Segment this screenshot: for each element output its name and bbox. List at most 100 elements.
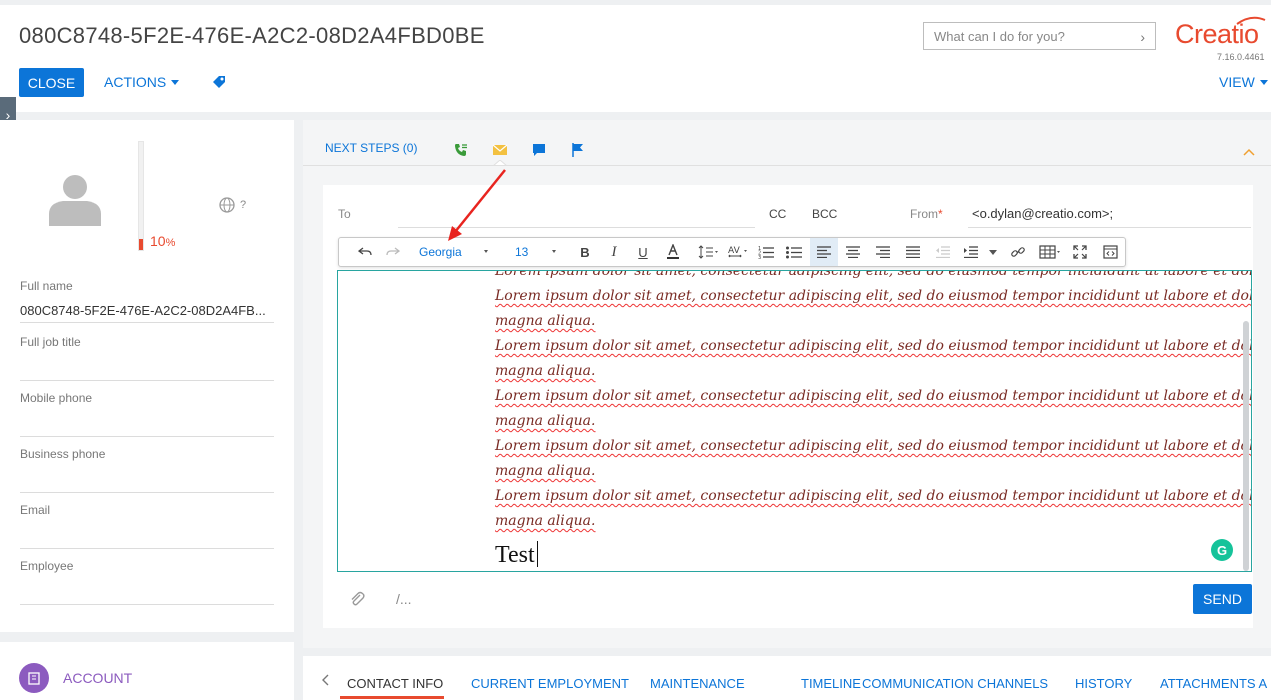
align-center-icon[interactable] <box>841 238 865 266</box>
field-label: Full name <box>20 279 73 293</box>
avatar[interactable] <box>45 170 105 226</box>
italic-icon[interactable]: I <box>602 238 626 266</box>
next-steps-tab[interactable]: NEXT STEPS (0) <box>325 141 417 155</box>
rich-text-toolbar: Georgia 13 B I U AV 123 <box>338 237 1126 267</box>
actions-button[interactable]: ACTIONS <box>104 74 180 90</box>
field-value[interactable] <box>20 359 274 377</box>
field-value[interactable] <box>20 471 274 489</box>
app-version: 7.16.0.4461 <box>1217 52 1265 62</box>
account-label[interactable]: ACCOUNT <box>63 670 132 686</box>
tab-contact-info[interactable]: CONTACT INFO <box>347 676 443 691</box>
account-section[interactable]: ACCOUNT <box>0 642 294 700</box>
line-height-icon[interactable] <box>694 238 722 266</box>
profile-completeness-fill <box>139 239 143 250</box>
tab-attachments[interactable]: ATTACHMENTS A <box>1160 676 1267 691</box>
from-underline <box>968 227 1251 228</box>
page-header: 080C8748-5F2E-476E-A2C2-08D2A4FBD0BE CLO… <box>0 0 1271 112</box>
bullet-list-icon[interactable] <box>782 238 806 266</box>
command-search-input[interactable]: What can I do for you? › <box>923 22 1156 50</box>
profile-panel: 10% ? Full name 080C8748-5F2E-476E-A2C2-… <box>0 120 294 632</box>
align-right-icon[interactable] <box>871 238 895 266</box>
chevron-down-icon <box>1259 79 1268 85</box>
source-code-icon[interactable] <box>1098 238 1122 266</box>
close-button[interactable]: CLOSE <box>19 68 84 97</box>
field-label: Employee <box>20 559 74 573</box>
typed-text-line: Test <box>495 537 1095 571</box>
outdent-icon[interactable] <box>931 238 955 266</box>
body-line: Lorem ipsum dolor sit amet, consectetur … <box>495 288 1252 304</box>
link-icon[interactable] <box>1006 238 1030 266</box>
tab-timeline[interactable]: TIMELINE <box>801 676 861 691</box>
from-input[interactable]: <o.dylan@creatio.com>; <box>972 206 1113 221</box>
cc-button[interactable]: CC <box>769 207 786 221</box>
bold-icon[interactable]: B <box>573 238 597 266</box>
template-hint[interactable]: /... <box>396 591 412 607</box>
field-value[interactable] <box>20 415 274 433</box>
field-value[interactable]: 080C8748-5F2E-476E-A2C2-08D2A4FB... <box>20 303 274 321</box>
svg-text:3: 3 <box>758 255 761 259</box>
grammarly-icon[interactable]: G <box>1211 539 1233 561</box>
view-button[interactable]: VIEW <box>1219 74 1268 90</box>
field-mobile-phone[interactable]: Mobile phone <box>20 391 274 437</box>
field-value[interactable] <box>20 527 274 545</box>
chevron-left-icon[interactable] <box>320 674 330 686</box>
field-label: Email <box>20 503 51 517</box>
underline-icon[interactable]: U <box>631 238 655 266</box>
flag-icon[interactable] <box>570 142 586 158</box>
email-composer: To CC BCC From* <o.dylan@creatio.com>; G… <box>323 185 1253 628</box>
table-icon[interactable] <box>1036 238 1064 266</box>
body-line: magna aliqua. <box>495 313 596 329</box>
chevron-right-icon[interactable]: › <box>1140 29 1145 45</box>
ordered-list-icon[interactable]: 123 <box>754 238 778 266</box>
body-line: Lorem ipsum dolor sit amet, consectetur … <box>495 388 1252 404</box>
text-color-icon[interactable] <box>661 238 685 266</box>
email-icon[interactable] <box>492 142 508 158</box>
editor-scrollbar[interactable] <box>1243 321 1249 571</box>
field-business-phone[interactable]: Business phone <box>20 447 274 493</box>
chevron-down-icon <box>552 250 556 253</box>
paperclip-icon[interactable] <box>348 590 366 608</box>
align-left-icon[interactable] <box>810 238 838 266</box>
font-size-select[interactable]: 13 <box>507 238 561 266</box>
to-label: To <box>338 207 351 221</box>
email-body-text[interactable]: Lorem ipsum dolor sit amet, consectetur … <box>495 271 1252 571</box>
typed-text: Test <box>495 542 535 568</box>
from-label: From* <box>910 207 943 221</box>
tab-current-employment[interactable]: CURRENT EMPLOYMENT <box>471 676 629 691</box>
phone-icon[interactable] <box>453 142 469 158</box>
tab-communication-channels[interactable]: COMMUNICATION CHANNELS <box>862 676 1048 691</box>
field-label: Business phone <box>20 447 106 461</box>
divider <box>303 165 1271 166</box>
letter-spacing-icon[interactable]: AV <box>724 238 752 266</box>
chevron-down-icon <box>484 250 488 253</box>
tab-history[interactable]: HISTORY <box>1075 676 1132 691</box>
send-button[interactable]: SEND <box>1193 584 1252 614</box>
body-line: magna aliqua. <box>495 413 596 429</box>
tab-maintenance[interactable]: MAINTENANCE <box>650 676 745 691</box>
field-full-name[interactable]: Full name 080C8748-5F2E-476E-A2C2-08D2A4… <box>20 279 274 323</box>
field-value[interactable] <box>20 583 274 601</box>
font-family-select[interactable]: Georgia <box>409 238 493 266</box>
search-placeholder: What can I do for you? <box>934 29 1065 44</box>
email-body-editor[interactable]: Lorem ipsum dolor sit amet, consectetur … <box>337 270 1252 572</box>
bcc-button[interactable]: BCC <box>812 207 837 221</box>
align-justify-icon[interactable] <box>901 238 925 266</box>
globe-hint: ? <box>240 199 247 211</box>
indent-icon[interactable] <box>959 238 983 266</box>
chevron-up-icon[interactable] <box>1243 148 1255 156</box>
account-icon <box>19 663 49 693</box>
chat-icon[interactable] <box>531 142 547 158</box>
undo-icon[interactable] <box>353 238 377 266</box>
active-tab-indicator <box>340 696 444 699</box>
to-input[interactable] <box>398 227 755 228</box>
field-employee[interactable]: Employee <box>20 559 274 605</box>
font-size-value: 13 <box>515 245 529 259</box>
redo-icon[interactable] <box>381 238 405 266</box>
indent-dropdown-icon[interactable] <box>987 238 999 266</box>
globe-icon[interactable] <box>219 197 235 213</box>
body-line: Lorem ipsum dolor sit amet, consectetur … <box>495 488 1252 504</box>
field-job-title[interactable]: Full job title <box>20 335 274 381</box>
field-email[interactable]: Email <box>20 503 274 549</box>
fullscreen-icon[interactable] <box>1068 238 1092 266</box>
tag-icon[interactable] <box>211 74 227 90</box>
